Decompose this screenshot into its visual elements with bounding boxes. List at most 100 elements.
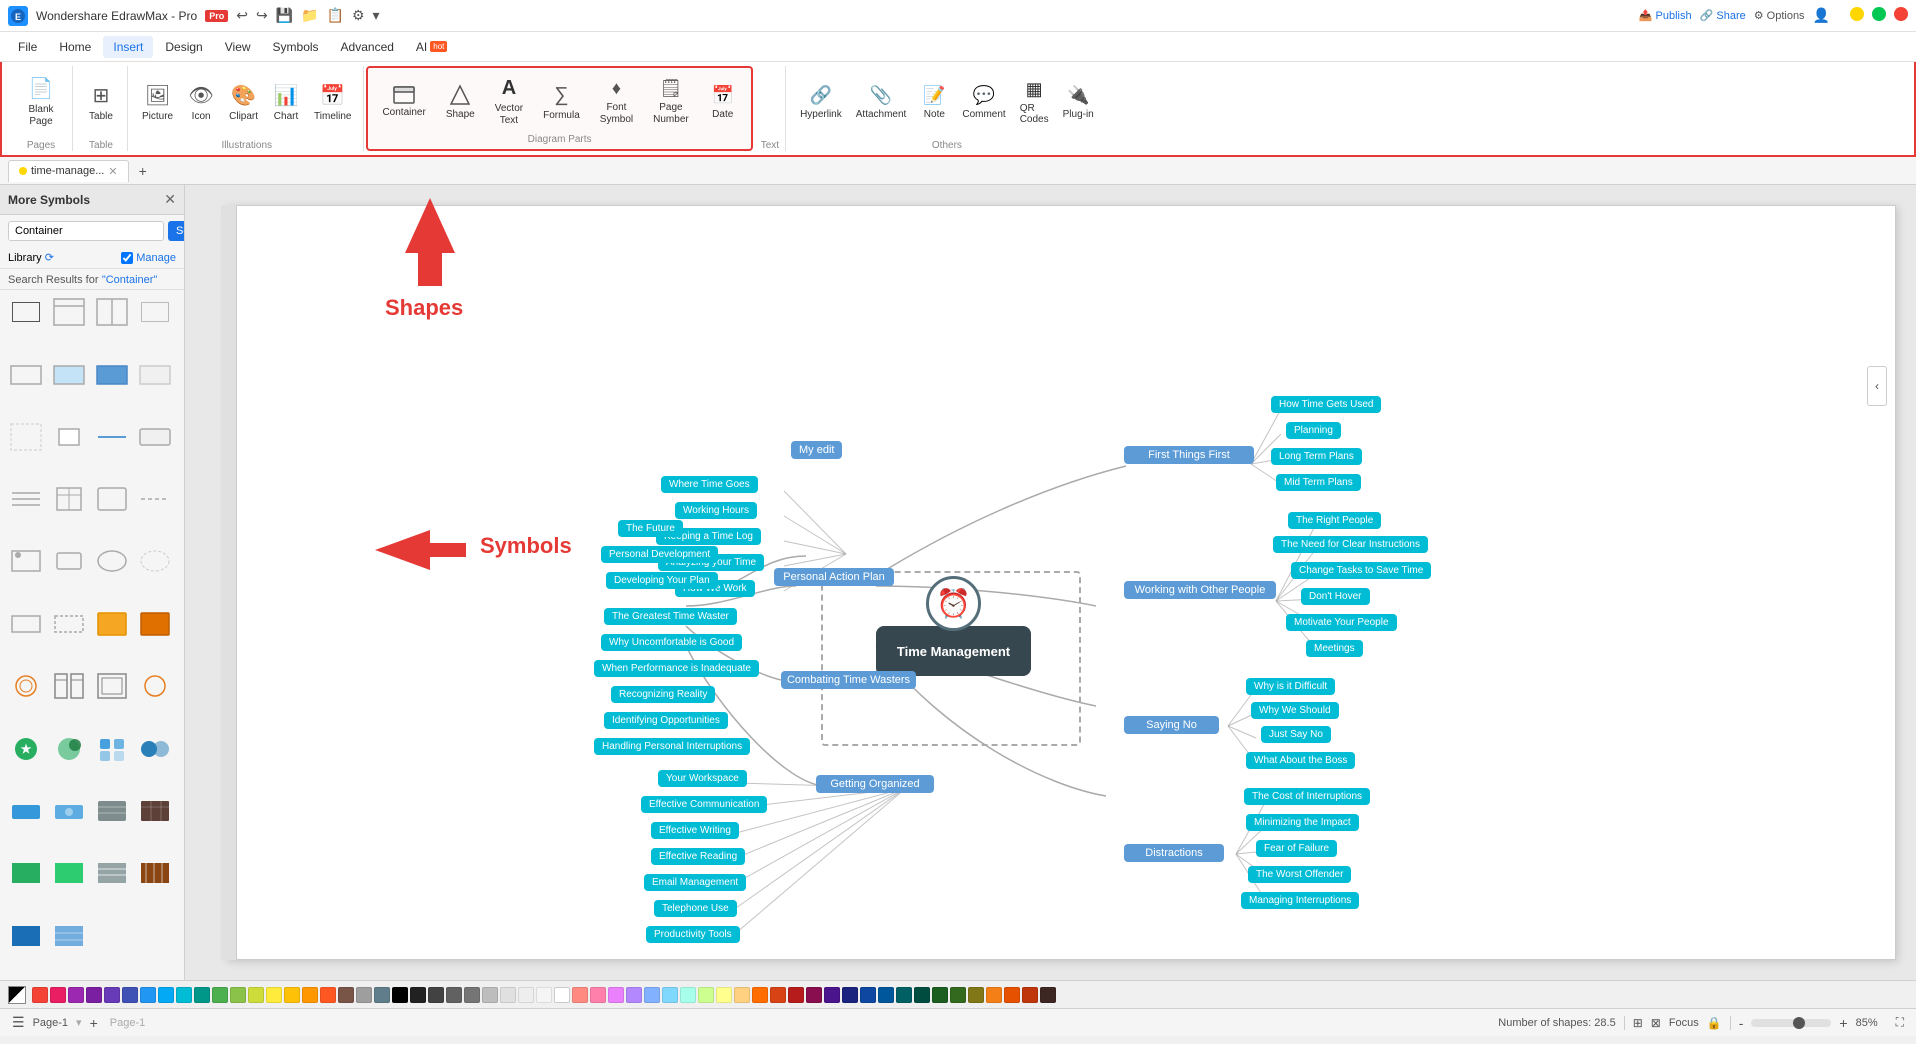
date-btn[interactable]: 📅 Date bbox=[703, 81, 743, 124]
qr-codes-btn[interactable]: ▦ QRCodes bbox=[1014, 75, 1055, 129]
page-number-btn[interactable]: 🗒 PageNumber bbox=[647, 74, 695, 130]
share-btn[interactable]: 🔗 Share bbox=[1700, 9, 1746, 22]
zoom-in-btn[interactable]: + bbox=[1839, 1015, 1847, 1031]
node-personal-action-plan[interactable]: Personal Action Plan bbox=[774, 568, 894, 586]
node-cost-of-interruptions[interactable]: The Cost of Interruptions bbox=[1244, 788, 1370, 805]
color-swatch-near-black[interactable] bbox=[410, 987, 426, 1003]
node-effective-communication[interactable]: Effective Communication bbox=[641, 796, 767, 813]
shape-item-18[interactable] bbox=[51, 606, 87, 642]
manage-label[interactable]: Manage bbox=[136, 252, 176, 264]
node-dont-hover[interactable]: Don't Hover bbox=[1301, 588, 1370, 605]
tab-add-btn[interactable]: + bbox=[131, 159, 155, 183]
color-swatch-deep-orange[interactable] bbox=[320, 987, 336, 1003]
color-swatch-pink[interactable] bbox=[50, 987, 66, 1003]
color-swatch-almost-white[interactable] bbox=[518, 987, 534, 1003]
color-swatch-light-blue-accent[interactable] bbox=[662, 987, 678, 1003]
menu-insert[interactable]: Insert bbox=[103, 36, 153, 58]
node-effective-writing[interactable]: Effective Writing bbox=[651, 822, 739, 839]
color-swatch-white[interactable] bbox=[554, 987, 570, 1003]
shape-item-32[interactable] bbox=[137, 793, 173, 829]
node-productivity-tools[interactable]: Productivity Tools bbox=[646, 926, 740, 943]
shape-item-28[interactable] bbox=[137, 731, 173, 767]
node-effective-reading[interactable]: Effective Reading bbox=[651, 848, 745, 865]
color-swatch-blue-accent[interactable] bbox=[644, 987, 660, 1003]
menu-symbols[interactable]: Symbols bbox=[263, 36, 329, 58]
shape-item-20[interactable] bbox=[137, 606, 173, 642]
actual-size-icon[interactable]: ⊠ bbox=[1651, 1016, 1661, 1030]
shape-item-14[interactable] bbox=[51, 543, 87, 579]
node-greatest-time-waster[interactable]: The Greatest Time Waster bbox=[604, 608, 737, 625]
color-swatch-red[interactable] bbox=[32, 987, 48, 1003]
color-swatch-off-white[interactable] bbox=[536, 987, 552, 1003]
hyperlink-btn[interactable]: 🔗 Hyperlink bbox=[794, 81, 848, 124]
node-how-time-gets-used[interactable]: How Time Gets Used bbox=[1271, 396, 1381, 413]
color-swatch-blue-dark[interactable] bbox=[860, 987, 876, 1003]
color-swatch-red-dark[interactable] bbox=[788, 987, 804, 1003]
menu-advanced[interactable]: Advanced bbox=[331, 36, 404, 58]
shape-item-24[interactable] bbox=[137, 668, 173, 704]
node-just-say-no[interactable]: Just Say No bbox=[1261, 726, 1331, 743]
shape-item-27[interactable] bbox=[94, 731, 130, 767]
color-swatch-deep-orange-accent[interactable] bbox=[770, 987, 786, 1003]
shape-item-34[interactable] bbox=[51, 855, 87, 891]
publish-btn[interactable]: 📤 Publish bbox=[1639, 9, 1692, 22]
color-swatch-orange-dark[interactable] bbox=[1004, 987, 1020, 1003]
color-swatch-amber[interactable] bbox=[284, 987, 300, 1003]
node-my-edit[interactable]: My edit bbox=[791, 441, 842, 459]
node-why-we-should[interactable]: Why We Should bbox=[1251, 702, 1339, 719]
node-getting-organized[interactable]: Getting Organized bbox=[816, 775, 934, 793]
color-swatch-deep-purple[interactable] bbox=[86, 987, 102, 1003]
color-swatch-brown[interactable] bbox=[338, 987, 354, 1003]
clipart-btn[interactable]: 🎨 Clipart bbox=[223, 79, 264, 126]
shape-item-38[interactable] bbox=[51, 918, 87, 954]
color-swatch-light-green-dark[interactable] bbox=[950, 987, 966, 1003]
node-recognizing-reality[interactable]: Recognizing Reality bbox=[611, 686, 715, 703]
color-swatch-green[interactable] bbox=[194, 987, 210, 1003]
zoom-slider[interactable] bbox=[1751, 1019, 1831, 1027]
shape-item-37[interactable] bbox=[8, 918, 44, 954]
shape-item-8[interactable] bbox=[137, 419, 173, 455]
node-long-term-plans[interactable]: Long Term Plans bbox=[1271, 448, 1362, 465]
node-need-clear-instructions[interactable]: The Need for Clear Instructions bbox=[1273, 536, 1428, 553]
shape-item-10[interactable] bbox=[51, 481, 87, 517]
settings-btn[interactable]: ⚙ bbox=[352, 7, 365, 24]
node-mid-term-plans[interactable]: Mid Term Plans bbox=[1276, 474, 1361, 491]
redo-btn[interactable]: ↪ bbox=[256, 7, 268, 24]
shape-item-6[interactable] bbox=[51, 419, 87, 455]
chart-btn[interactable]: 📊 Chart bbox=[266, 79, 306, 126]
color-swatch-yellow-accent[interactable] bbox=[716, 987, 732, 1003]
node-saying-no[interactable]: Saying No bbox=[1124, 716, 1219, 734]
shape-item-9[interactable] bbox=[8, 481, 44, 517]
color-swatch-teal-dark[interactable] bbox=[914, 987, 930, 1003]
node-combating-time-wasters[interactable]: Combating Time Wasters bbox=[781, 671, 916, 689]
shape-item-5[interactable] bbox=[8, 419, 44, 455]
color-swatch-green-accent[interactable] bbox=[698, 987, 714, 1003]
sidebar-search-btn[interactable]: Search bbox=[168, 221, 185, 241]
node-what-about-boss[interactable]: What About the Boss bbox=[1246, 752, 1355, 769]
color-swatch-lime[interactable] bbox=[230, 987, 246, 1003]
color-swatch-pink-dark[interactable] bbox=[806, 987, 822, 1003]
color-swatch-red-accent[interactable] bbox=[572, 987, 588, 1003]
node-telephone-use[interactable]: Telephone Use bbox=[654, 900, 737, 917]
tab-time-manage[interactable]: time-manage... ✕ bbox=[8, 160, 129, 182]
color-swatch-purple[interactable] bbox=[68, 987, 84, 1003]
zoom-level[interactable]: 85% bbox=[1856, 1017, 1888, 1029]
color-swatch-grey2[interactable] bbox=[464, 987, 480, 1003]
tab-close-btn[interactable]: ✕ bbox=[108, 165, 117, 178]
toolbar-collapse-btn[interactable]: ‹ bbox=[1867, 366, 1887, 406]
color-swatch-blue[interactable] bbox=[122, 987, 138, 1003]
shape-item-23[interactable] bbox=[94, 668, 130, 704]
color-swatch-pink-accent[interactable] bbox=[590, 987, 606, 1003]
color-swatch-grey[interactable] bbox=[356, 987, 372, 1003]
sidebar-toggle-btn[interactable]: ☰ bbox=[12, 1014, 25, 1031]
color-swatch-medium-grey[interactable] bbox=[446, 987, 462, 1003]
undo-btn[interactable]: ↩ bbox=[236, 7, 248, 24]
new-btn[interactable]: 📋 bbox=[327, 7, 344, 24]
color-swatch-light-grey[interactable] bbox=[482, 987, 498, 1003]
node-handling-personal-interruptions[interactable]: Handling Personal Interruptions bbox=[594, 738, 750, 755]
shape-item-11[interactable] bbox=[94, 481, 130, 517]
color-swatch-light-green[interactable] bbox=[212, 987, 228, 1003]
picture-btn[interactable]: 🖼 Picture bbox=[136, 79, 179, 126]
color-swatch-brown-dark[interactable] bbox=[1040, 987, 1056, 1003]
shape-item-container[interactable] bbox=[51, 294, 87, 330]
